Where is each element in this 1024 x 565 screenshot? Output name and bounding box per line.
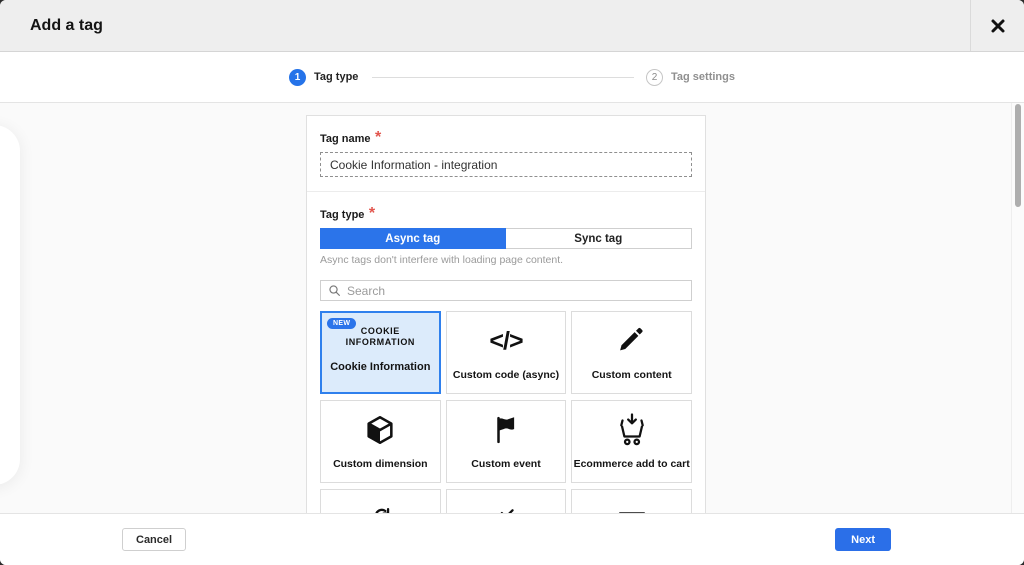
tile-label: Custom code (async) bbox=[453, 370, 559, 393]
cart-refresh-icon bbox=[361, 506, 399, 513]
tag-name-input[interactable] bbox=[320, 152, 692, 177]
flag-icon bbox=[491, 415, 521, 445]
step-1-circle[interactable]: 1 bbox=[289, 69, 306, 86]
tile-custom-dimension[interactable]: Custom dimension bbox=[320, 400, 441, 483]
tile-label: Ecommerce add to cart bbox=[574, 459, 690, 482]
required-marker: * bbox=[375, 129, 381, 146]
background-card-edge bbox=[0, 125, 20, 485]
tile-ecommerce-cart-update[interactable] bbox=[320, 489, 441, 513]
tile-custom-code-async[interactable]: </> Custom code (async) bbox=[446, 311, 567, 394]
close-button[interactable] bbox=[970, 0, 1024, 51]
modal-body: Tag name * Tag type * Async tag Sync tag… bbox=[0, 103, 1024, 513]
tag-name-field: Tag name * bbox=[320, 129, 692, 177]
scrollbar-thumb[interactable] bbox=[1015, 104, 1021, 207]
tile-cookie-information[interactable]: NEW COOKIE INFORMATION Cookie Informatio… bbox=[320, 311, 441, 394]
required-marker: * bbox=[369, 205, 375, 222]
cookie-information-logo-icon: COOKIE INFORMATION bbox=[346, 326, 415, 348]
tile-custom-content[interactable]: Custom content bbox=[571, 311, 692, 394]
tile-label: Custom event bbox=[471, 459, 540, 482]
tile-ecommerce-order[interactable] bbox=[446, 489, 567, 513]
modal-header: Add a tag bbox=[0, 0, 1024, 52]
async-helper-text: Async tags don't interfere with loading … bbox=[320, 254, 692, 266]
tile-ecommerce-add-to-cart[interactable]: Ecommerce add to cart bbox=[571, 400, 692, 483]
modal-footer: Cancel Next bbox=[0, 513, 1024, 565]
code-icon: </> bbox=[489, 327, 522, 356]
tile-custom-event[interactable]: Custom event bbox=[446, 400, 567, 483]
tag-name-label: Tag name bbox=[320, 133, 371, 145]
new-badge: NEW bbox=[327, 318, 356, 329]
tile-ecommerce-product-detail-view[interactable] bbox=[571, 489, 692, 513]
modal-title: Add a tag bbox=[0, 17, 103, 35]
tag-form-panel: Tag name * Tag type * Async tag Sync tag… bbox=[306, 115, 706, 513]
close-icon bbox=[990, 18, 1006, 34]
eye-box-icon bbox=[615, 508, 649, 513]
cart-add-icon bbox=[613, 411, 651, 449]
cancel-button[interactable]: Cancel bbox=[122, 528, 186, 551]
tile-label: Custom dimension bbox=[333, 459, 428, 482]
sync-tag-option[interactable]: Sync tag bbox=[506, 228, 693, 249]
stepper: 1 Tag type 2 Tag settings bbox=[289, 69, 735, 86]
header-spacer bbox=[103, 0, 970, 51]
search-input[interactable] bbox=[347, 284, 684, 298]
tag-type-toggle: Async tag Sync tag bbox=[320, 228, 692, 249]
add-tag-modal: Add a tag 1 Tag type 2 Tag settings Tag … bbox=[0, 0, 1024, 565]
tag-type-grid: NEW COOKIE INFORMATION Cookie Informatio… bbox=[320, 311, 692, 513]
search-icon bbox=[328, 284, 341, 297]
tag-type-label: Tag type bbox=[320, 209, 364, 221]
step-2-label: Tag settings bbox=[671, 71, 735, 83]
section-divider bbox=[307, 191, 705, 192]
cart-check-icon bbox=[487, 506, 525, 513]
step-2-circle[interactable]: 2 bbox=[646, 69, 663, 86]
stepper-bar: 1 Tag type 2 Tag settings bbox=[0, 52, 1024, 103]
tag-search bbox=[320, 280, 692, 301]
tile-label: Cookie Information bbox=[330, 361, 430, 373]
tag-type-field: Tag type * Async tag Sync tag Async tags… bbox=[320, 205, 692, 266]
next-button[interactable]: Next bbox=[835, 528, 891, 551]
cube-icon bbox=[363, 413, 397, 447]
step-1-label: Tag type bbox=[314, 71, 358, 83]
tile-label: Custom content bbox=[592, 370, 672, 393]
step-connector bbox=[372, 77, 634, 78]
pencil-icon bbox=[617, 326, 647, 356]
async-tag-option[interactable]: Async tag bbox=[320, 228, 506, 249]
